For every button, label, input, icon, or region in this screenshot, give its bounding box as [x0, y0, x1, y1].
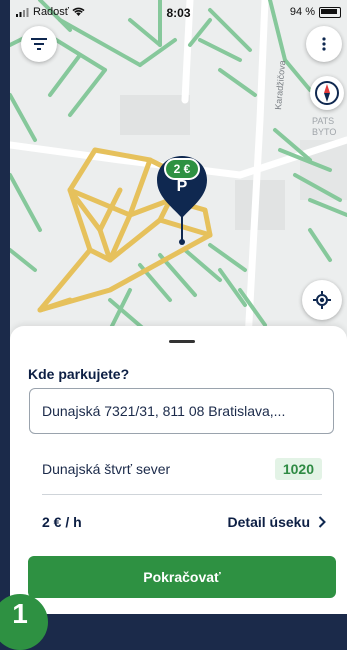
locate-me-button[interactable] [302, 280, 342, 320]
status-right: 94 % [290, 6, 341, 18]
location-question: Kde parkujete? [28, 366, 130, 382]
zone-name: Dunajská štvrť sever [42, 461, 171, 477]
compass-icon [315, 81, 339, 105]
bottom-sheet: Kde parkujete? Dunajská 7321/31, 811 08 … [10, 326, 347, 614]
parking-pin-symbol: P [177, 178, 188, 195]
price-rate: 2 € / h [42, 514, 82, 530]
battery-percent: 94 % [289, 6, 315, 18]
price-row: 2 € / h Detail úseku [42, 510, 326, 534]
status-bar: Radosť 8:03 94 % [10, 0, 347, 24]
filter-button[interactable] [21, 26, 57, 62]
divider [42, 494, 322, 495]
more-options-button[interactable] [306, 26, 342, 62]
battery-icon [319, 6, 341, 18]
area-label-1: PATS [312, 116, 334, 126]
locate-icon [313, 291, 331, 309]
section-detail-label: Detail úseku [227, 514, 310, 530]
more-vertical-icon [322, 37, 326, 51]
area-label-2: BYTO [312, 127, 336, 137]
zone-code-badge: 1020 [274, 458, 322, 480]
address-field[interactable]: Dunajská 7321/31, 811 08 Bratislava,... [29, 388, 334, 434]
continue-button[interactable]: Pokračovať [28, 556, 336, 598]
filter-icon [31, 38, 47, 50]
address-value: Dunajská 7321/31, 811 08 Bratislava,... [42, 403, 286, 419]
section-detail-link[interactable]: Detail úseku [228, 514, 326, 530]
app-screen: Karadžičova PATS BYTO P 2 € Radosť 8:03 … [10, 0, 347, 614]
chevron-right-icon [318, 516, 326, 528]
zone-row: Dunajská štvrť sever 1020 [42, 456, 322, 482]
pin-price-badge[interactable]: 2 € [164, 158, 200, 180]
sheet-drag-handle[interactable] [169, 340, 195, 343]
compass-button[interactable] [310, 76, 344, 110]
step-badge: 1 [0, 594, 48, 650]
